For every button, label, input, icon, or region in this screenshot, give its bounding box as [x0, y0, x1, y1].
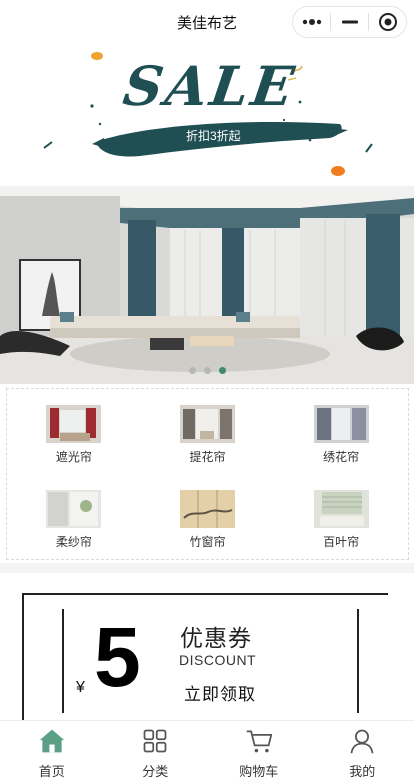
coupon-line — [62, 609, 64, 713]
home-icon — [39, 729, 64, 753]
close-button[interactable] — [369, 7, 406, 37]
grid-icon — [143, 729, 167, 753]
venetian-blind-image — [313, 490, 369, 528]
coupon-card[interactable]: ¥ 5 优惠券 DISCOUNT 立即领取 — [0, 573, 414, 723]
minimize-button[interactable] — [331, 7, 368, 37]
carousel-indicators — [0, 367, 414, 374]
category-item-venetian[interactable]: 百叶帘 — [274, 474, 408, 559]
coupon-title: 优惠券 — [180, 625, 252, 651]
category-item-jacquard[interactable]: 提花帘 — [141, 389, 275, 474]
tab-label: 分类 — [142, 764, 169, 779]
coupon-border — [22, 593, 24, 723]
mini-program-capsule — [292, 6, 407, 38]
sale-headline: SALE — [119, 54, 301, 118]
carousel-dot[interactable] — [218, 367, 226, 374]
jacquard-curtain-image — [179, 405, 235, 443]
more-button[interactable] — [293, 7, 330, 37]
tab-profile[interactable]: 我的 — [311, 721, 414, 780]
category-label: 提花帘 — [189, 450, 226, 464]
room-carousel[interactable] — [0, 186, 414, 384]
claim-coupon-button[interactable]: 立即领取 — [184, 680, 256, 705]
coupon-amount: 5 — [94, 610, 141, 704]
tab-category[interactable]: 分类 — [104, 721, 208, 780]
tab-label: 首页 — [38, 764, 65, 779]
user-icon — [350, 729, 374, 754]
embroidered-curtain-image — [313, 405, 369, 443]
sale-banner[interactable]: SALE 折扣3折起 — [0, 44, 414, 186]
sale-subtitle: 折扣3折起 — [186, 129, 241, 143]
tab-label: 购物车 — [239, 764, 279, 779]
coupon-line — [357, 609, 359, 713]
coupon-border — [22, 593, 388, 595]
category-label: 百叶帘 — [323, 535, 360, 549]
coupon-subtitle: DISCOUNT — [179, 652, 257, 668]
category-label: 绣花帘 — [323, 450, 360, 464]
nav-bar: 美佳布艺 — [0, 0, 414, 44]
carousel-dot[interactable] — [188, 367, 196, 374]
section-divider — [0, 563, 414, 573]
category-grid: 遮光帘 提花帘 绣花帘 柔纱帘 竹窗帘 百叶帘 — [6, 388, 409, 560]
cart-icon — [246, 730, 272, 753]
more-dots-icon — [302, 19, 321, 25]
tab-label: 我的 — [349, 764, 376, 779]
category-label: 柔纱帘 — [55, 535, 92, 549]
tab-home[interactable]: 首页 — [0, 721, 104, 780]
category-item-blackout[interactable]: 遮光帘 — [7, 389, 141, 474]
target-close-icon — [378, 13, 397, 31]
carousel-dot[interactable] — [203, 367, 211, 374]
sheer-curtain-image — [46, 490, 102, 528]
category-label: 遮光帘 — [55, 450, 92, 464]
category-item-bamboo[interactable]: 竹窗帘 — [141, 474, 275, 559]
category-label: 竹窗帘 — [189, 535, 226, 549]
tab-cart[interactable]: 购物车 — [207, 721, 311, 780]
bamboo-curtain-image — [179, 490, 235, 528]
coupon-currency: ¥ — [76, 679, 85, 696]
category-item-embroidered[interactable]: 绣花帘 — [274, 389, 408, 474]
category-item-sheer[interactable]: 柔纱帘 — [7, 474, 141, 559]
minimize-icon — [341, 20, 358, 24]
blackout-curtain-image — [46, 405, 102, 443]
tab-bar: 首页 分类 购物车 我的 — [0, 720, 414, 780]
living-room-image — [0, 186, 414, 384]
